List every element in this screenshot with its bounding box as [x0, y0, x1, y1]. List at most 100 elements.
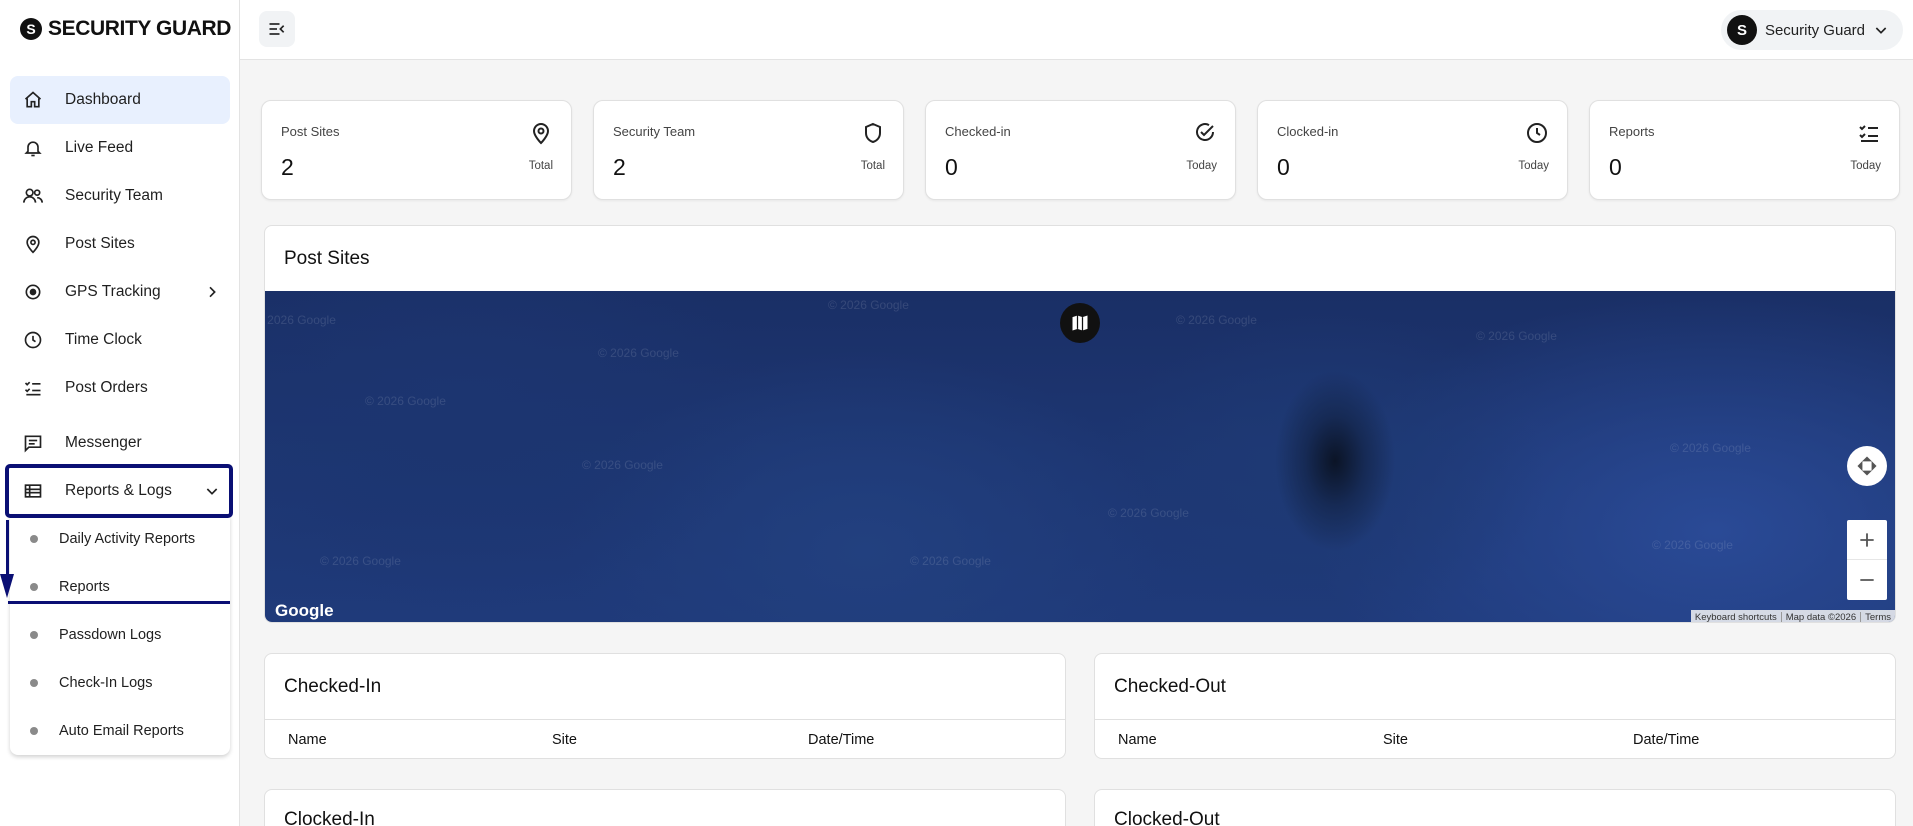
stat-card-post-sites[interactable]: Post Sites 2 Total — [261, 100, 572, 200]
column-header-datetime[interactable]: Date/Time — [785, 732, 874, 748]
sidebar-subitem-passdown-logs[interactable]: Passdown Logs — [10, 611, 230, 659]
map-footer: Keyboard shortcuts Map data ©2026 Terms — [1690, 610, 1895, 623]
stat-card-reports[interactable]: Reports 0 Today — [1589, 100, 1900, 200]
stat-label: Clocked-in — [1277, 124, 1339, 139]
plus-icon — [1860, 532, 1874, 547]
sidebar-item-label: Messenger — [65, 434, 142, 451]
sidebar-item-time-clock[interactable]: Time Clock — [10, 316, 230, 364]
stat-label: Reports — [1609, 124, 1655, 139]
map-zoom-out-button[interactable] — [1847, 560, 1887, 600]
user-menu-button[interactable]: S Security Guard — [1720, 10, 1903, 50]
sidebar-item-post-sites[interactable]: Post Sites — [10, 220, 230, 268]
chevron-right-icon — [204, 284, 220, 300]
sidebar-item-label: Time Clock — [65, 331, 142, 348]
map-watermark: © 2026 Google — [1108, 506, 1189, 520]
sidebar-subitem-check-in-logs[interactable]: Check-In Logs — [10, 659, 230, 707]
clock-icon — [22, 329, 44, 351]
map-fullscreen-button[interactable] — [1847, 446, 1887, 486]
column-header-name[interactable]: Name — [1095, 732, 1360, 748]
panel-title: Post Sites — [284, 247, 370, 269]
sidebar-subitem-label: Daily Activity Reports — [59, 531, 196, 547]
map-watermark: © 2026 Google — [1476, 329, 1557, 343]
map-watermark: © 2026 Google — [582, 458, 663, 472]
stat-period: Today — [1518, 160, 1549, 172]
panel-title: Clocked-In — [284, 809, 375, 826]
keyboard-shortcuts-link[interactable]: Keyboard shortcuts — [1695, 612, 1777, 623]
clocked-in-panel: Clocked-In — [264, 789, 1066, 826]
collapse-sidebar-button[interactable] — [259, 11, 295, 47]
sidebar-subitem-label: Passdown Logs — [59, 627, 162, 643]
checked-in-panel: Checked-In Name Site Date/Time — [264, 653, 1066, 759]
stat-value: 0 — [1609, 154, 1622, 180]
stat-value: 0 — [945, 154, 958, 180]
sidebar-item-live-feed[interactable]: Live Feed — [10, 124, 230, 172]
map-watermark: © 2026 Google — [910, 554, 991, 568]
check-circle-icon — [1196, 123, 1215, 141]
stat-label: Security Team — [613, 124, 696, 139]
sidebar-item-messenger[interactable]: Messenger — [10, 419, 230, 467]
sidebar-item-label: GPS Tracking — [65, 283, 161, 300]
bullet-icon — [30, 583, 38, 591]
sidebar-item-label: Post Orders — [65, 379, 148, 396]
brand-name: SECURITY GUARD — [48, 17, 232, 40]
sidebar-item-dashboard[interactable]: Dashboard — [10, 76, 230, 124]
fullscreen-icon — [1857, 456, 1877, 476]
column-header-datetime[interactable]: Date/Time — [1610, 732, 1699, 748]
sidebar-subitem-label: Reports — [59, 579, 110, 595]
map-watermark: © 2026 Google — [265, 313, 336, 327]
sidebar-subitem-auto-email-reports[interactable]: Auto Email Reports — [10, 707, 230, 755]
map-watermark: © 2026 Google — [1176, 313, 1257, 327]
map-watermark: © 2026 Google — [1670, 441, 1751, 455]
map-icon — [1072, 315, 1088, 331]
panel-title: Checked-Out — [1114, 675, 1226, 697]
chevron-down-icon — [204, 483, 220, 499]
bullet-icon — [30, 535, 38, 543]
avatar: S — [1726, 15, 1757, 45]
stat-period: Today — [1186, 160, 1217, 172]
map-watermark: © 2026 Google — [828, 298, 909, 312]
sidebar-item-security-team[interactable]: Security Team — [10, 172, 230, 220]
brand-logo: S — [20, 18, 42, 40]
terms-link[interactable]: Terms — [1860, 611, 1891, 622]
annotation-underline — [8, 601, 230, 604]
minus-icon — [1860, 579, 1874, 581]
map-watermark: © 2026 Google — [598, 346, 679, 360]
sidebar-item-label: Post Sites — [65, 235, 135, 252]
column-header-site[interactable]: Site — [529, 732, 785, 748]
column-header-site[interactable]: Site — [1360, 732, 1610, 748]
stat-period: Today — [1850, 160, 1881, 172]
map-marker[interactable] — [1060, 303, 1100, 343]
brand[interactable]: S SECURITY GUARD — [0, 0, 239, 58]
sidebar-item-reports-logs[interactable]: Reports & Logs — [5, 464, 233, 518]
sidebar-subitem-label: Auto Email Reports — [59, 723, 184, 739]
stat-value: 2 — [613, 154, 626, 180]
bullet-icon — [30, 631, 38, 639]
column-header-name[interactable]: Name — [265, 732, 529, 748]
shield-icon — [865, 122, 881, 144]
table-header: Name Site Date/Time — [1095, 719, 1895, 758]
map[interactable]: © 2026 Google © 2026 Google © 2026 Googl… — [265, 291, 1895, 623]
stat-card-checked-in[interactable]: Checked-in 0 Today — [925, 100, 1236, 200]
stat-card-security-team[interactable]: Security Team 2 Total — [593, 100, 904, 200]
stat-card-clocked-in[interactable]: Clocked-in 0 Today — [1257, 100, 1568, 200]
stat-value: 0 — [1277, 154, 1290, 180]
sidebar-item-label: Security Team — [65, 187, 163, 204]
annotation-line — [6, 520, 9, 580]
sidebar-item-label: Dashboard — [65, 91, 141, 108]
checklist-icon — [22, 377, 44, 399]
map-zoom-in-button[interactable] — [1847, 520, 1887, 560]
bullet-icon — [30, 679, 38, 687]
sidebar-subitem-daily-activity-reports[interactable]: Daily Activity Reports — [10, 515, 230, 563]
sidebar-item-label: Reports & Logs — [65, 482, 172, 499]
stat-value: 2 — [281, 154, 294, 180]
google-logo: Google — [275, 601, 334, 620]
sidebar-item-post-orders[interactable]: Post Orders — [10, 364, 230, 412]
clock-icon — [1527, 123, 1547, 143]
reports-logs-submenu: Daily Activity Reports Reports Passdown … — [10, 515, 230, 755]
map-pin-icon — [22, 233, 44, 255]
clocked-out-panel: Clocked-Out — [1094, 789, 1896, 826]
sidebar-item-gps-tracking[interactable]: GPS Tracking — [10, 268, 230, 316]
home-icon — [22, 89, 44, 111]
panel-title: Checked-In — [284, 675, 382, 697]
user-name: Security Guard — [1764, 21, 1865, 39]
